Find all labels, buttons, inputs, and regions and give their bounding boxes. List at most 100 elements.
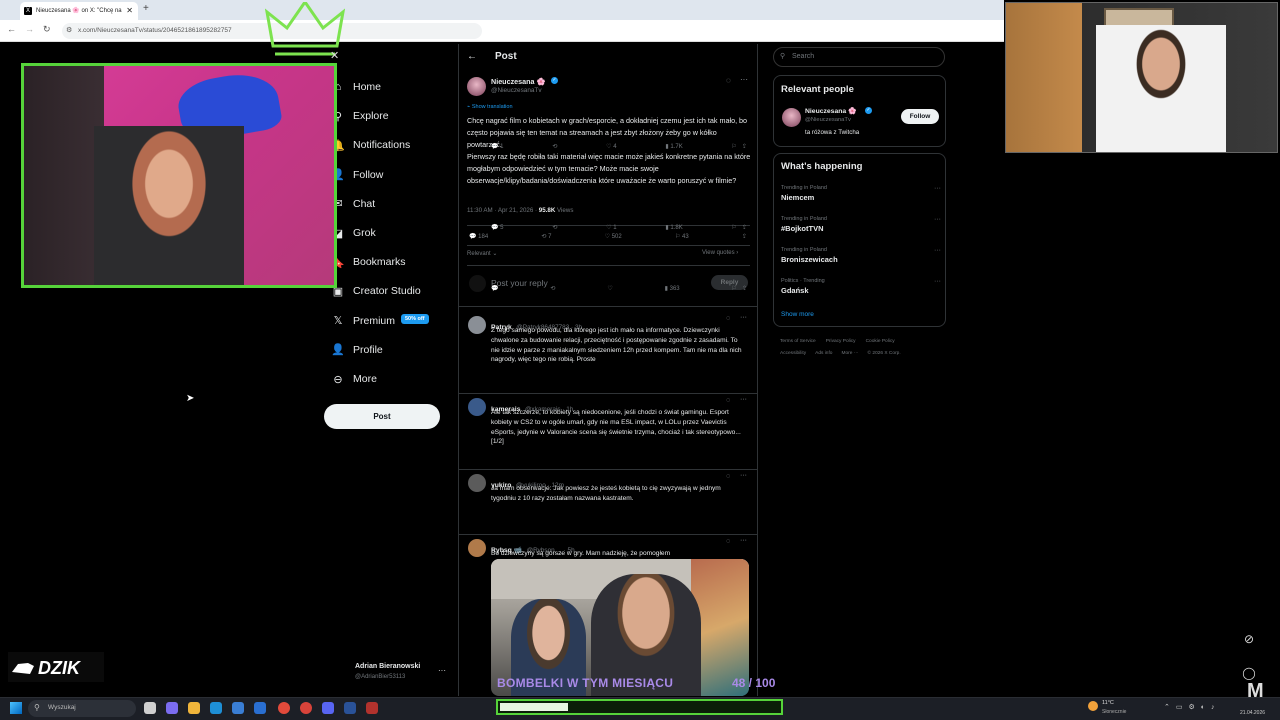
bookmark-icon[interactable]: ⚐ <box>732 225 737 231</box>
cookie-link[interactable]: Cookie Policy <box>866 339 895 344</box>
account-switcher[interactable]: Adrian Bieranowski @AdrianBier53113 ··· <box>328 660 448 686</box>
app-icon[interactable] <box>232 702 244 714</box>
more-options-icon[interactable]: ··· <box>740 75 748 84</box>
app-icon[interactable] <box>254 702 266 714</box>
more-dots-icon[interactable]: ··· <box>438 666 446 675</box>
more-options-icon[interactable]: ··· <box>934 216 941 223</box>
reply-button[interactable]: 💬 5 <box>491 224 504 231</box>
more-options-icon[interactable]: ··· <box>934 278 941 285</box>
more-options-icon[interactable]: ··· <box>934 247 941 254</box>
search-input[interactable]: ⚲ Search <box>773 47 945 67</box>
more-options-icon[interactable]: ··· <box>740 537 747 544</box>
grok-icon[interactable]: ◌ <box>726 538 730 545</box>
more-link[interactable]: More ··· <box>841 351 858 356</box>
close-tab-icon[interactable]: ✕ <box>126 6 133 15</box>
author-handle[interactable]: @NieuczesanaTv <box>491 87 542 94</box>
person-avatar[interactable] <box>782 108 801 127</box>
nav-item-notifications[interactable]: 🔔 Notifications <box>331 134 410 156</box>
like-button[interactable]: ♡ 1 <box>606 224 616 231</box>
ads-info-link[interactable]: Ads info <box>815 351 832 356</box>
grok-float-icon[interactable]: ⊘ <box>1238 632 1260 654</box>
repost-button[interactable]: ⟲ <box>552 224 557 231</box>
views-button[interactable]: ▮ 363 <box>665 285 680 292</box>
reply-button[interactable]: 💬 <box>491 285 498 292</box>
more-options-icon[interactable]: ··· <box>934 185 941 192</box>
grok-icon[interactable]: ◌ <box>726 76 731 85</box>
reply-avatar[interactable] <box>468 474 486 492</box>
terms-link[interactable]: Terms of Service <box>780 339 816 344</box>
more-options-icon[interactable]: ··· <box>740 472 747 479</box>
person-handle[interactable]: @NieuczesanaTv <box>805 117 851 123</box>
taskbar-search[interactable]: ⚲ Wyszukaj <box>28 700 136 717</box>
nav-item-explore[interactable]: ⚲ Explore <box>331 105 389 127</box>
repost-button[interactable]: ⟲ 7 <box>541 233 551 240</box>
like-button[interactable]: ♡ 4 <box>606 143 616 150</box>
app-icon[interactable] <box>300 702 312 714</box>
grok-icon[interactable]: ◌ <box>726 315 730 322</box>
bookmark-icon[interactable]: ⚐ <box>732 286 737 292</box>
grok-icon[interactable]: ◌ <box>726 473 730 480</box>
reply-item[interactable]: Rybsq 📹 @Rybson__ · 5h ◌ ··· Bo dziewczy… <box>459 535 758 696</box>
forward-icon[interactable]: → <box>25 24 34 34</box>
start-icon[interactable] <box>10 702 22 714</box>
repost-button[interactable]: ⟲ <box>552 143 557 150</box>
reply-avatar[interactable] <box>468 539 486 557</box>
author-avatar[interactable] <box>467 77 486 96</box>
privacy-link[interactable]: Privacy Policy <box>826 339 856 344</box>
views-button[interactable]: ▮ 1.8K <box>665 224 682 231</box>
nav-item-bookmarks[interactable]: 🔖 Bookmarks <box>331 251 405 273</box>
steam-icon[interactable] <box>344 702 356 714</box>
share-icon[interactable]: ⇪ <box>742 144 747 150</box>
trend-item[interactable]: Politics · Trending Gdańsk ··· <box>781 278 941 304</box>
show-translation-link[interactable]: ⌁ Show translation <box>467 104 513 110</box>
nav-item-premium[interactable]: 𝕏 Premium <box>331 310 395 332</box>
reply-avatar[interactable] <box>468 316 486 334</box>
edge-icon[interactable] <box>210 702 222 714</box>
view-quotes-link[interactable]: View quotes › <box>702 250 738 256</box>
accessibility-link[interactable]: Accessibility <box>780 351 806 356</box>
post-button[interactable]: Post <box>324 404 440 429</box>
reply-item[interactable]: kamerais @xkamerais · 1h ◌ ··· Ale tak s… <box>459 225 758 470</box>
back-icon[interactable]: ← <box>7 24 16 34</box>
system-tray-icons[interactable]: ⌃▭⚙◐♪ <box>1164 703 1220 711</box>
show-more-link[interactable]: Show more <box>781 311 814 318</box>
reply-avatar[interactable] <box>468 398 486 416</box>
more-options-icon[interactable]: ··· <box>740 396 747 403</box>
reply-item[interactable]: Patryk @Patryk86487783 · 3h ◌ ··· Z tego… <box>459 144 758 394</box>
person-name[interactable]: Nieuczesana 🌸 <box>805 107 857 115</box>
trend-item[interactable]: Trending in Poland #BojkotTVN ··· <box>781 216 941 242</box>
sort-dropdown[interactable]: Relevant ⌄ <box>467 250 497 257</box>
new-tab-icon[interactable]: + <box>143 3 149 14</box>
trend-item[interactable]: Trending in Poland Broniszewicach ··· <box>781 247 941 273</box>
reply-button[interactable]: 💬 1 <box>491 143 504 150</box>
discord-icon[interactable] <box>322 702 334 714</box>
nav-item-grok[interactable]: ◪ Grok <box>331 222 376 244</box>
views-button[interactable]: ▮ 1.7K <box>665 143 682 150</box>
share-icon[interactable]: ⇪ <box>742 225 747 231</box>
browser-tab[interactable]: X Nieuczesana 🌸 on X: "Chcę na ✕ <box>20 2 138 20</box>
bookmark-icon[interactable]: ⚐ <box>732 144 737 150</box>
author-name[interactable]: Nieuczesana 🌸 <box>491 77 546 86</box>
reload-icon[interactable]: ↻ <box>43 24 51 35</box>
like-button[interactable]: ♡ <box>607 285 612 292</box>
nav-item-creator-studio[interactable]: ▣ Creator Studio <box>331 280 421 302</box>
file-explorer-icon[interactable] <box>188 702 200 714</box>
back-arrow-icon[interactable]: ← <box>467 51 477 62</box>
chrome-icon[interactable] <box>278 702 290 714</box>
app-icon[interactable] <box>366 702 378 714</box>
site-info-icon[interactable]: ⚙ <box>66 26 72 34</box>
like-button[interactable]: ♡ 502 <box>605 233 622 240</box>
nav-item-home[interactable]: ⌂ Home <box>331 76 381 98</box>
share-icon[interactable]: ⇪ <box>742 233 747 240</box>
bookmark-button[interactable]: ⚐ 43 <box>675 233 689 240</box>
nav-item-follow[interactable]: 👤 Follow <box>331 164 383 186</box>
nav-item-more[interactable]: ⊖ More <box>331 368 377 390</box>
trend-item[interactable]: Trending in Poland Niemcem ··· <box>781 185 941 211</box>
reply-item[interactable]: yukiro @yukiliroo · 12m ◌ ··· Ja mam obs… <box>459 286 758 535</box>
nav-item-profile[interactable]: 👤 Profile <box>331 339 383 361</box>
follow-button[interactable]: Follow <box>901 109 939 124</box>
share-icon[interactable]: ⇪ <box>742 286 747 292</box>
reply-button[interactable]: 💬 184 <box>469 233 488 240</box>
more-options-icon[interactable]: ··· <box>740 314 747 321</box>
nav-item-chat[interactable]: ✉ Chat <box>331 193 375 215</box>
